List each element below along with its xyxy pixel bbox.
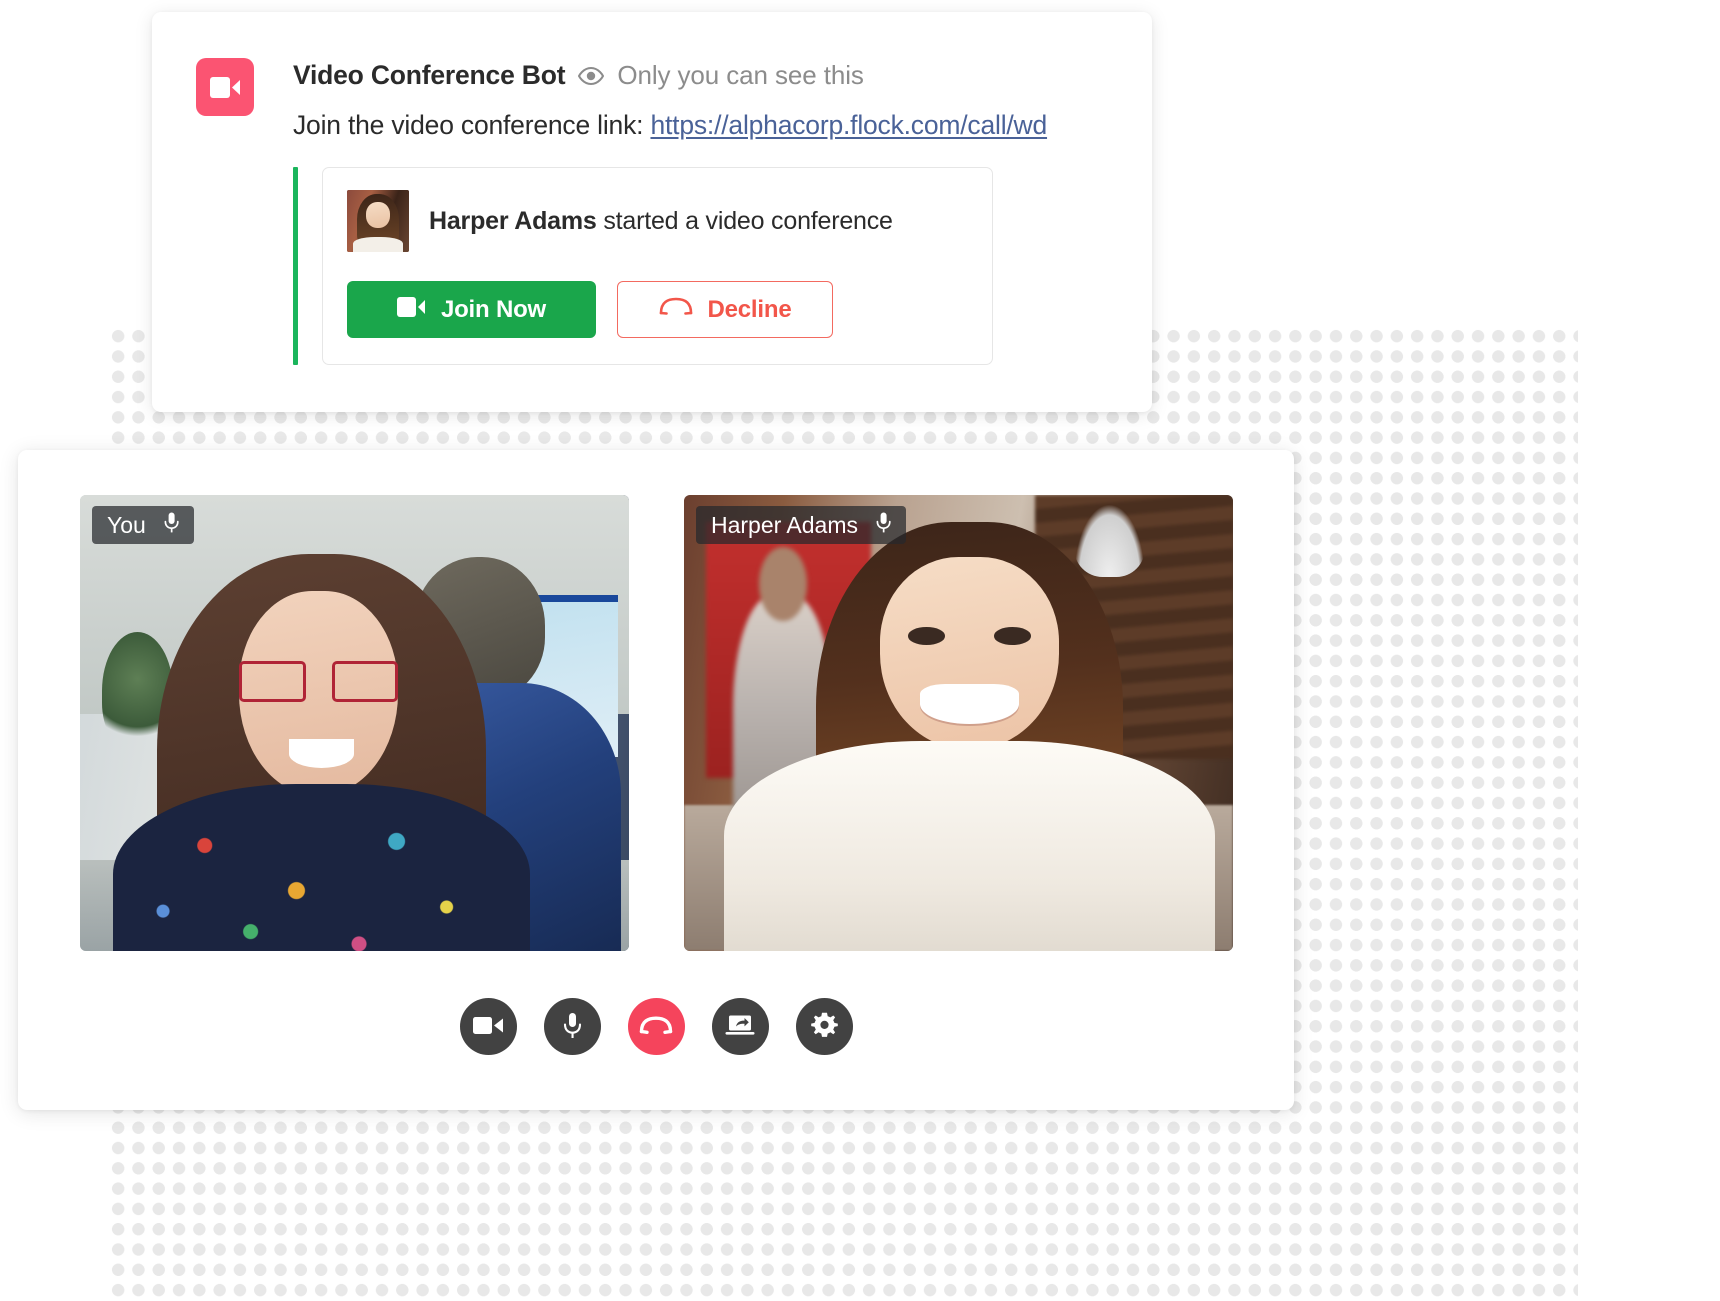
join-link-prefix: Join the video conference link:: [293, 110, 651, 140]
end-call-button[interactable]: [627, 998, 685, 1055]
settings-button[interactable]: [795, 998, 853, 1055]
join-now-button[interactable]: Join Now: [347, 281, 596, 338]
video-camera-icon: [473, 1016, 503, 1038]
avatar: [347, 190, 409, 252]
video-tile-grid: You Harper Adams: [80, 495, 1233, 951]
gear-icon: [810, 1012, 838, 1042]
microphone-icon: [164, 512, 179, 539]
join-now-label: Join Now: [440, 295, 547, 323]
bot-header: Video Conference Bot Only you can see th…: [293, 60, 864, 91]
invite-action-row: Join Now Decline: [347, 281, 968, 338]
invite-action-text: started a video conference: [596, 206, 893, 235]
invite-message: Harper Adams started a video conference: [429, 207, 893, 236]
video-camera-icon: [396, 296, 425, 324]
invite-actor-name: Harper Adams: [429, 206, 597, 235]
share-screen-button[interactable]: [711, 998, 769, 1055]
conference-link[interactable]: https://alphacorp.flock.com/call/wd: [650, 110, 1047, 140]
invite-header-row: Harper Adams started a video conference: [347, 190, 968, 252]
bot-name: Video Conference Bot: [293, 60, 566, 90]
microphone-icon: [563, 1012, 582, 1042]
toggle-camera-button[interactable]: [459, 998, 517, 1055]
microphone-icon: [876, 512, 891, 539]
participant-name-chip-self: You: [92, 506, 194, 544]
screen-share-icon: [725, 1014, 755, 1040]
eye-icon: [578, 66, 605, 85]
video-call-window: You Harper Adams: [18, 450, 1294, 1110]
decline-button[interactable]: Decline: [617, 281, 833, 338]
participant-name-harper: Harper Adams: [711, 511, 859, 538]
join-link-line: Join the video conference link: https://…: [293, 110, 1047, 141]
participant-name-self: You: [107, 511, 146, 538]
toggle-microphone-button[interactable]: [543, 998, 601, 1055]
video-tile-harper[interactable]: Harper Adams: [684, 495, 1233, 951]
decline-label: Decline: [707, 295, 792, 323]
invite-accent-bar: [293, 167, 298, 365]
invite-panel: Harper Adams started a video conference …: [322, 167, 993, 365]
phone-hangup-icon: [659, 296, 693, 324]
invite-quote-block: Harper Adams started a video conference …: [293, 167, 993, 365]
video-camera-icon: [196, 58, 254, 116]
video-tile-self[interactable]: You: [80, 495, 629, 951]
participant-name-chip-harper: Harper Adams: [696, 506, 907, 544]
call-controls-bar: [18, 998, 1294, 1055]
visibility-note: Only you can see this: [617, 60, 864, 90]
bot-message-card: Video Conference Bot Only you can see th…: [152, 12, 1152, 412]
phone-hangup-icon: [639, 1015, 673, 1038]
